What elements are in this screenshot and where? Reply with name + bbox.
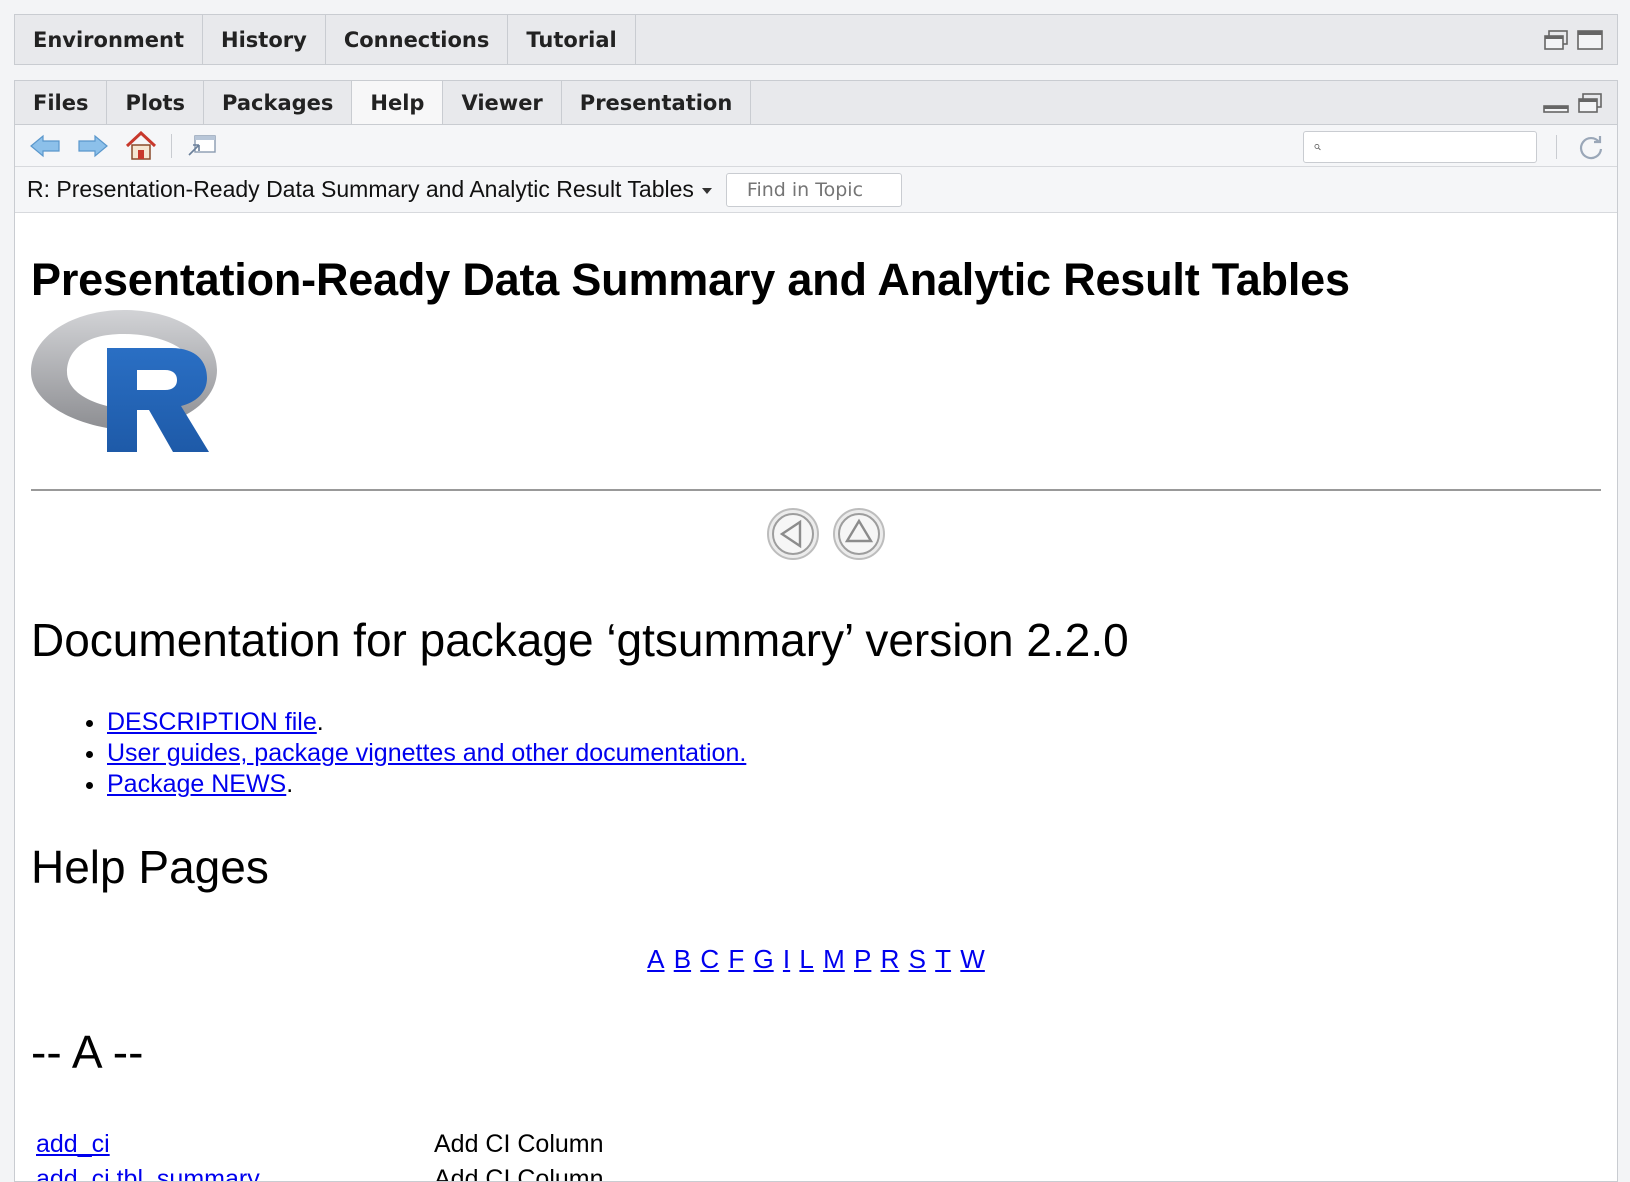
alpha-link-s[interactable]: S [909, 944, 926, 974]
topic-selector-label: R: Presentation-Ready Data Summary and A… [27, 176, 694, 203]
help-content: Presentation-Ready Data Summary and Anal… [15, 214, 1617, 1181]
tab-viewer[interactable]: Viewer [443, 81, 561, 124]
back-button[interactable] [27, 130, 63, 162]
up-page-icon[interactable] [832, 507, 886, 561]
tab-environment[interactable]: Environment [15, 15, 203, 64]
tab-plots[interactable]: Plots [107, 81, 204, 124]
function-link[interactable]: add_ci [36, 1130, 110, 1158]
topic-bar: R: Presentation-Ready Data Summary and A… [15, 167, 1617, 213]
refresh-icon [1577, 133, 1605, 161]
alpha-link-i[interactable]: I [783, 944, 790, 974]
user-guides-link[interactable]: User guides, package vignettes and other… [107, 739, 746, 767]
alpha-link-p[interactable]: P [854, 944, 871, 974]
function-cell: add_ci [31, 1127, 429, 1162]
alpha-link-b[interactable]: B [674, 944, 691, 974]
function-link[interactable]: add_ci.tbl_summary [36, 1165, 260, 1181]
toolbar-separator [1556, 135, 1557, 159]
link-suffix: . [286, 770, 293, 798]
top-pane-controls [1543, 29, 1603, 51]
refresh-button[interactable] [1575, 131, 1607, 163]
list-item: Package NEWS. [107, 769, 1601, 800]
doc-links: DESCRIPTION file. User guides, package v… [107, 707, 1601, 800]
description-file-link[interactable]: DESCRIPTION file [107, 708, 317, 736]
show-in-new-window-button[interactable] [184, 130, 220, 162]
search-icon [1314, 135, 1321, 159]
alphabet-index: A B C F G I L M P R S T W [31, 944, 1601, 975]
bottom-pane-controls [1543, 92, 1603, 114]
header-divider [31, 489, 1601, 491]
maximize-pane-icon[interactable] [1577, 29, 1603, 51]
tab-packages[interactable]: Packages [204, 81, 352, 124]
forward-arrow-icon [77, 133, 109, 159]
alpha-link-c[interactable]: C [700, 944, 719, 974]
alpha-link-f[interactable]: F [728, 944, 744, 974]
alpha-link-l[interactable]: L [799, 944, 813, 974]
help-pane: Files Plots Packages Help Viewer Present… [14, 80, 1618, 1182]
table-row: add_ci.tbl_summary Add CI Column [31, 1162, 609, 1181]
page-nav [51, 507, 1601, 561]
documentation-heading: Documentation for package ‘gtsummary’ ve… [31, 613, 1601, 667]
section-heading-a: -- A -- [31, 1025, 1601, 1079]
link-suffix: . [317, 708, 324, 736]
previous-page-icon[interactable] [766, 507, 820, 561]
package-news-link[interactable]: Package NEWS [107, 770, 286, 798]
home-icon [124, 131, 158, 161]
minimize-pane-icon[interactable] [1543, 92, 1569, 114]
tab-presentation[interactable]: Presentation [562, 81, 752, 124]
alpha-link-r[interactable]: R [881, 944, 900, 974]
tab-tutorial[interactable]: Tutorial [508, 15, 635, 64]
alpha-link-g[interactable]: G [753, 944, 773, 974]
bottom-tabbar: Files Plots Packages Help Viewer Present… [15, 81, 1617, 125]
function-table: add_ci Add CI Column add_ci.tbl_summary … [31, 1127, 609, 1181]
list-item: User guides, package vignettes and other… [107, 738, 1601, 769]
forward-button[interactable] [75, 130, 111, 162]
list-item: DESCRIPTION file. [107, 707, 1601, 738]
alpha-link-w[interactable]: W [960, 944, 985, 974]
alpha-link-m[interactable]: M [823, 944, 845, 974]
chevron-down-icon [702, 188, 712, 194]
tab-connections[interactable]: Connections [326, 15, 509, 64]
home-button[interactable] [123, 130, 159, 162]
tab-help[interactable]: Help [352, 81, 443, 124]
restore-pane-icon[interactable] [1577, 92, 1603, 114]
r-logo [31, 310, 217, 454]
function-description: Add CI Column [429, 1127, 609, 1162]
find-in-topic-input[interactable] [726, 173, 902, 207]
top-pane: Environment History Connections Tutorial [14, 14, 1618, 65]
function-cell: add_ci.tbl_summary [31, 1162, 429, 1181]
tab-history[interactable]: History [203, 15, 326, 64]
function-description: Add CI Column [429, 1162, 609, 1181]
help-toolbar [15, 125, 1617, 167]
page-title: Presentation-Ready Data Summary and Anal… [31, 254, 1601, 306]
alpha-link-a[interactable]: A [647, 944, 664, 974]
restore-pane-icon[interactable] [1543, 29, 1569, 51]
help-search-box[interactable] [1303, 131, 1537, 163]
topic-selector[interactable]: R: Presentation-Ready Data Summary and A… [27, 176, 712, 203]
toolbar-separator [171, 134, 172, 158]
back-arrow-icon [29, 133, 61, 159]
tab-files[interactable]: Files [15, 81, 107, 124]
alpha-link-t[interactable]: T [935, 944, 951, 974]
popout-window-icon [187, 133, 217, 159]
help-pages-heading: Help Pages [31, 840, 1601, 894]
table-row: add_ci Add CI Column [31, 1127, 609, 1162]
help-search-input[interactable] [1329, 134, 1536, 160]
top-tabbar: Environment History Connections Tutorial [15, 15, 1617, 64]
